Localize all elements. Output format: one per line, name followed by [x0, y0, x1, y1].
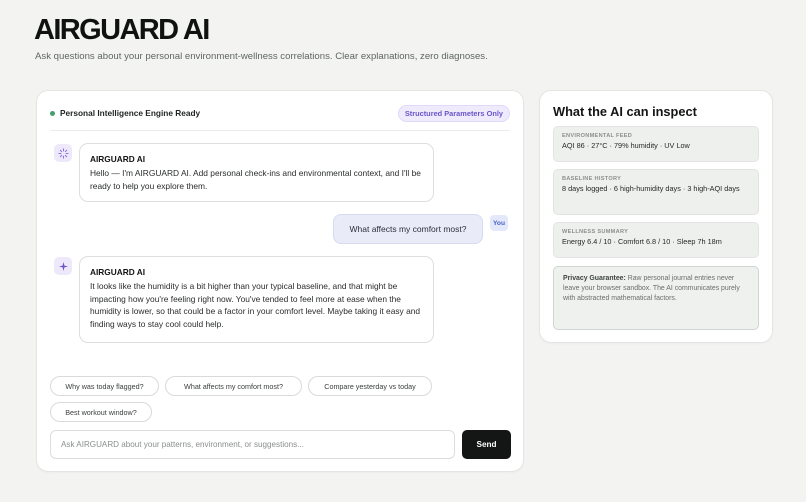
baseline-history-box: BASELINE HISTORY 8 days logged · 6 high-…: [553, 169, 759, 215]
user-badge: You: [490, 215, 508, 231]
message-text: It looks like the humidity is a bit high…: [90, 280, 421, 330]
ai-avatar-sparkle-icon: [54, 257, 72, 275]
suggestion-chip[interactable]: Best workout window?: [50, 402, 152, 422]
ai-avatar-loading-icon: [54, 144, 72, 162]
app-title: AIRGUARD AI: [34, 14, 210, 46]
info-label: WELLNESS SUMMARY: [562, 229, 629, 235]
message-text: Hello — I'm AIRGUARD AI. Add personal ch…: [90, 167, 421, 191]
status-text: Personal Intelligence Engine Ready: [60, 108, 201, 118]
privacy-title: Privacy Guarantee:: [563, 275, 626, 282]
info-value: 8 days logged · 6 high-humidity days · 3…: [562, 184, 740, 193]
info-value: AQI 86 · 27°C · 79% humidity · UV Low: [562, 141, 690, 150]
send-button[interactable]: Send: [462, 430, 511, 459]
message-sender: AIRGUARD AI: [90, 267, 146, 277]
ai-message: AIRGUARD AI It looks like the humidity i…: [79, 256, 434, 343]
info-label: ENVIRONMENTAL FEED: [562, 133, 633, 139]
info-value: Energy 6.4 / 10 · Comfort 6.8 / 10 · Sle…: [562, 237, 722, 246]
suggestion-chip[interactable]: What affects my comfort most?: [165, 376, 302, 396]
wellness-summary-box: WELLNESS SUMMARY Energy 6.4 / 10 · Comfo…: [553, 222, 759, 258]
environmental-feed-box: ENVIRONMENTAL FEED AQI 86 · 27°C · 79% h…: [553, 126, 759, 162]
status-badge: Structured Parameters Only: [397, 104, 510, 122]
inspect-title: What the AI can inspect: [553, 104, 697, 119]
suggestion-chip[interactable]: Compare yesterday vs today: [308, 376, 432, 396]
inspect-panel: What the AI can inspect ENVIRONMENTAL FE…: [539, 90, 773, 343]
privacy-guarantee: Privacy Guarantee: Raw personal journal …: [553, 266, 759, 330]
status-indicator-dot: [50, 110, 55, 116]
user-message: What affects my comfort most?: [333, 214, 483, 244]
app-subtitle: Ask questions about your personal enviro…: [35, 51, 488, 62]
info-label: BASELINE HISTORY: [562, 176, 622, 182]
chat-status-bar: Personal Intelligence Engine Ready Struc…: [50, 103, 510, 123]
chat-panel: Personal Intelligence Engine Ready Struc…: [36, 90, 524, 472]
message-text: What affects my comfort most?: [349, 224, 467, 234]
suggestion-chip[interactable]: Why was today flagged?: [50, 376, 159, 396]
input-placeholder: Ask AIRGUARD about your patterns, enviro…: [61, 440, 304, 449]
divider: [50, 130, 510, 131]
sparkle-icon: [58, 261, 68, 271]
message-sender: AIRGUARD AI: [90, 154, 146, 164]
ai-message: AIRGUARD AI Hello — I'm AIRGUARD AI. Add…: [79, 143, 434, 202]
chat-input[interactable]: Ask AIRGUARD about your patterns, enviro…: [50, 430, 455, 459]
sparkle-spinner-icon: [57, 147, 69, 159]
